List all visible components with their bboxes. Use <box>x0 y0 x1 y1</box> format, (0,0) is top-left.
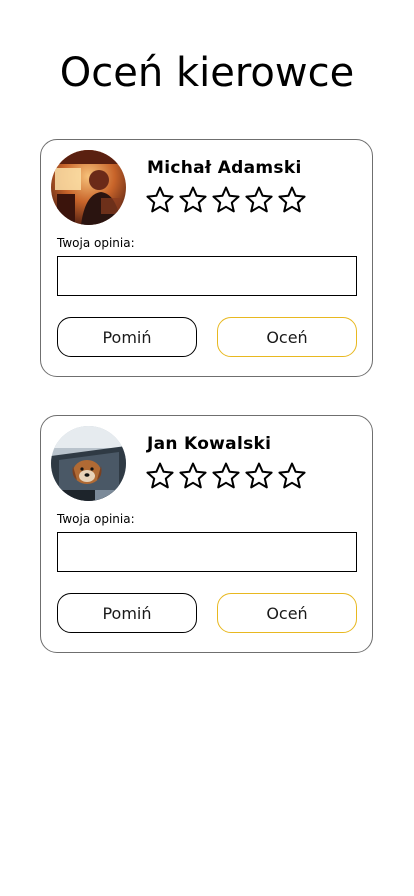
rate-button[interactable]: Oceń <box>217 593 357 633</box>
star-icon[interactable] <box>178 185 208 215</box>
driver-name: Jan Kowalski <box>147 434 272 454</box>
star-icon[interactable] <box>244 185 274 215</box>
rate-button[interactable]: Oceń <box>217 317 357 357</box>
skip-button[interactable]: Pomiń <box>57 593 197 633</box>
opinion-input[interactable] <box>57 256 357 296</box>
star-icon[interactable] <box>211 185 241 215</box>
driver-avatar <box>51 426 126 501</box>
star-icon[interactable] <box>211 461 241 491</box>
driver-avatar <box>51 150 126 225</box>
opinion-input[interactable] <box>57 532 357 572</box>
star-icon[interactable] <box>277 461 307 491</box>
star-icon[interactable] <box>145 185 175 215</box>
star-icon[interactable] <box>244 461 274 491</box>
skip-button[interactable]: Pomiń <box>57 317 197 357</box>
star-icon[interactable] <box>277 185 307 215</box>
star-icon[interactable] <box>178 461 208 491</box>
driver-rating-card: Michał Adamski Twoja opinia: Pomiń Oceń <box>40 139 373 377</box>
star-icon[interactable] <box>145 461 175 491</box>
page-title: Oceń kierowce <box>59 50 355 96</box>
opinion-label: Twoja opinia: <box>57 236 135 250</box>
driver-rating-card: Jan Kowalski Twoja opinia: Pomiń Oceń <box>40 415 373 653</box>
star-rating <box>145 461 307 491</box>
opinion-label: Twoja opinia: <box>57 512 135 526</box>
driver-name: Michał Adamski <box>147 158 302 178</box>
star-rating <box>145 185 307 215</box>
